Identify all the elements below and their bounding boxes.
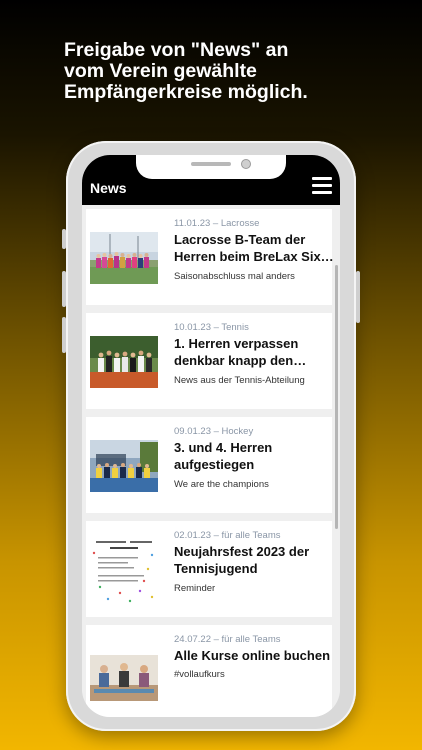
page-title: News [90,180,127,196]
news-item-tennis[interactable]: 10.01.23 – Tennis 1. Herren verpassen de… [86,313,332,409]
volume-up-button [62,271,66,307]
headline-line-2: vom Verein gewählte [64,60,257,82]
volume-down-button [62,317,66,353]
mute-switch [62,229,66,249]
power-button [356,271,360,323]
news-title: 3. und 4. Herren aufgestiegen [174,440,273,472]
news-thumbnail-yoga-class [90,655,158,701]
speaker-grille [191,162,231,166]
news-thumbnail-lacrosse-team [90,232,158,284]
news-title: 1. Herren verpassen denkbar knapp den… [174,336,307,368]
app-header: News [82,155,340,205]
news-subtitle: News aus der Tennis-Abteilung [174,375,305,386]
news-item-neujahrsfest[interactable]: 02.01.23 – für alle Teams Neujahrsfest 2… [86,521,332,617]
news-subtitle: Reminder [174,583,216,594]
news-meta: 11.01.23 – Lacrosse [174,218,260,229]
phone-screen: News 11.01.23 – Lacrosse Lacrosse B-Team… [82,155,340,717]
news-item-kurse[interactable]: 24.07.22 – für alle Teams Alle Kurse onl… [86,625,332,717]
news-title: Lacrosse B-Team der Herren beim BreLax S… [174,232,334,264]
news-title: Neujahrsfest 2023 der Tennisjugend [174,544,310,576]
news-item-lacrosse[interactable]: 11.01.23 – Lacrosse Lacrosse B-Team der … [86,209,334,305]
news-item-hockey[interactable]: 09.01.23 – Hockey 3. und 4. Herren aufge… [86,417,332,513]
phone-frame: News 11.01.23 – Lacrosse Lacrosse B-Team… [62,141,360,731]
headline-line-1: Freigabe von "News" an [64,39,289,61]
list-scrollbar[interactable] [335,265,338,529]
front-camera [241,159,251,169]
news-meta: 09.01.23 – Hockey [174,426,254,437]
news-thumbnail-flyer [90,535,158,605]
headline-line-3: Empfängerkreise möglich. [64,81,308,103]
news-subtitle: Saisonabschluss mal anders [174,271,295,282]
news-title: Alle Kurse online buchen [174,648,331,663]
phone-notch [136,155,286,179]
promo-headline: Freigabe von "News" an vom Verein gewähl… [64,40,394,103]
news-thumbnail-hockey-team [90,440,158,492]
news-meta: 24.07.22 – für alle Teams [174,634,281,645]
hamburger-menu-icon[interactable] [312,177,332,195]
news-list: 11.01.23 – Lacrosse Lacrosse B-Team der … [82,205,340,717]
news-subtitle: We are the champions [174,479,269,490]
news-meta: 10.01.23 – Tennis [174,322,249,333]
news-meta: 02.01.23 – für alle Teams [174,530,281,541]
news-subtitle: #vollaufkurs [174,669,225,680]
news-thumbnail-tennis-team [90,336,158,388]
